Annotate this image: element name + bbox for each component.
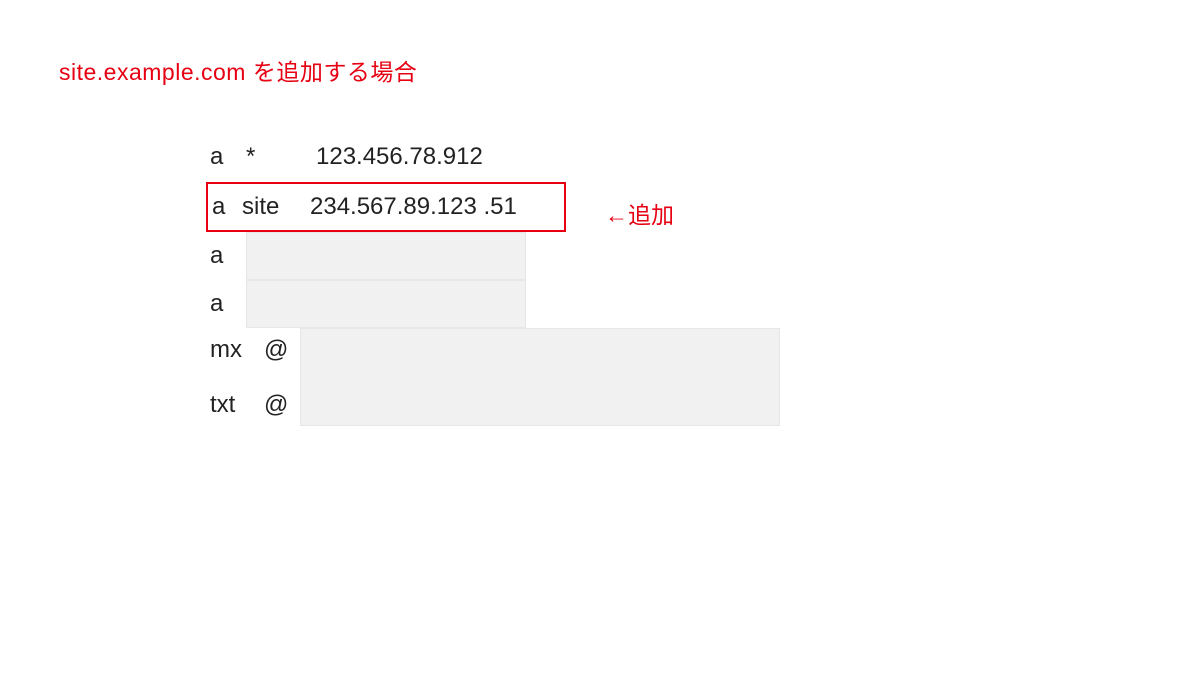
record-value: 234.567.89.123 .51 [300,193,517,221]
record-name: @ [264,328,300,364]
record-input[interactable] [246,280,526,328]
record-type: mx [206,328,264,364]
record-name: * [246,143,306,171]
record-type: txt [206,391,264,419]
dns-record-row-highlighted: a site 234.567.89.123 .51 [206,182,566,232]
dns-record-row: a [206,232,780,280]
record-input[interactable] [246,232,526,280]
dns-record-row: a [206,280,780,328]
record-type: a [206,290,246,318]
record-name: @ [264,391,300,419]
record-input[interactable] [300,328,780,426]
record-type: a [206,143,246,171]
dns-records-list: a * 123.456.78.912 a site 234.567.89.123… [206,132,780,430]
dns-record-row: a * 123.456.78.912 [206,132,780,182]
diagram-heading: site.example.com を追加する場合 [59,53,417,87]
annotation-add: ←追加 [605,196,674,230]
record-type: a [208,193,242,221]
record-value: 123.456.78.912 [306,143,483,171]
record-type: a [206,242,246,270]
record-name: site [242,193,300,221]
